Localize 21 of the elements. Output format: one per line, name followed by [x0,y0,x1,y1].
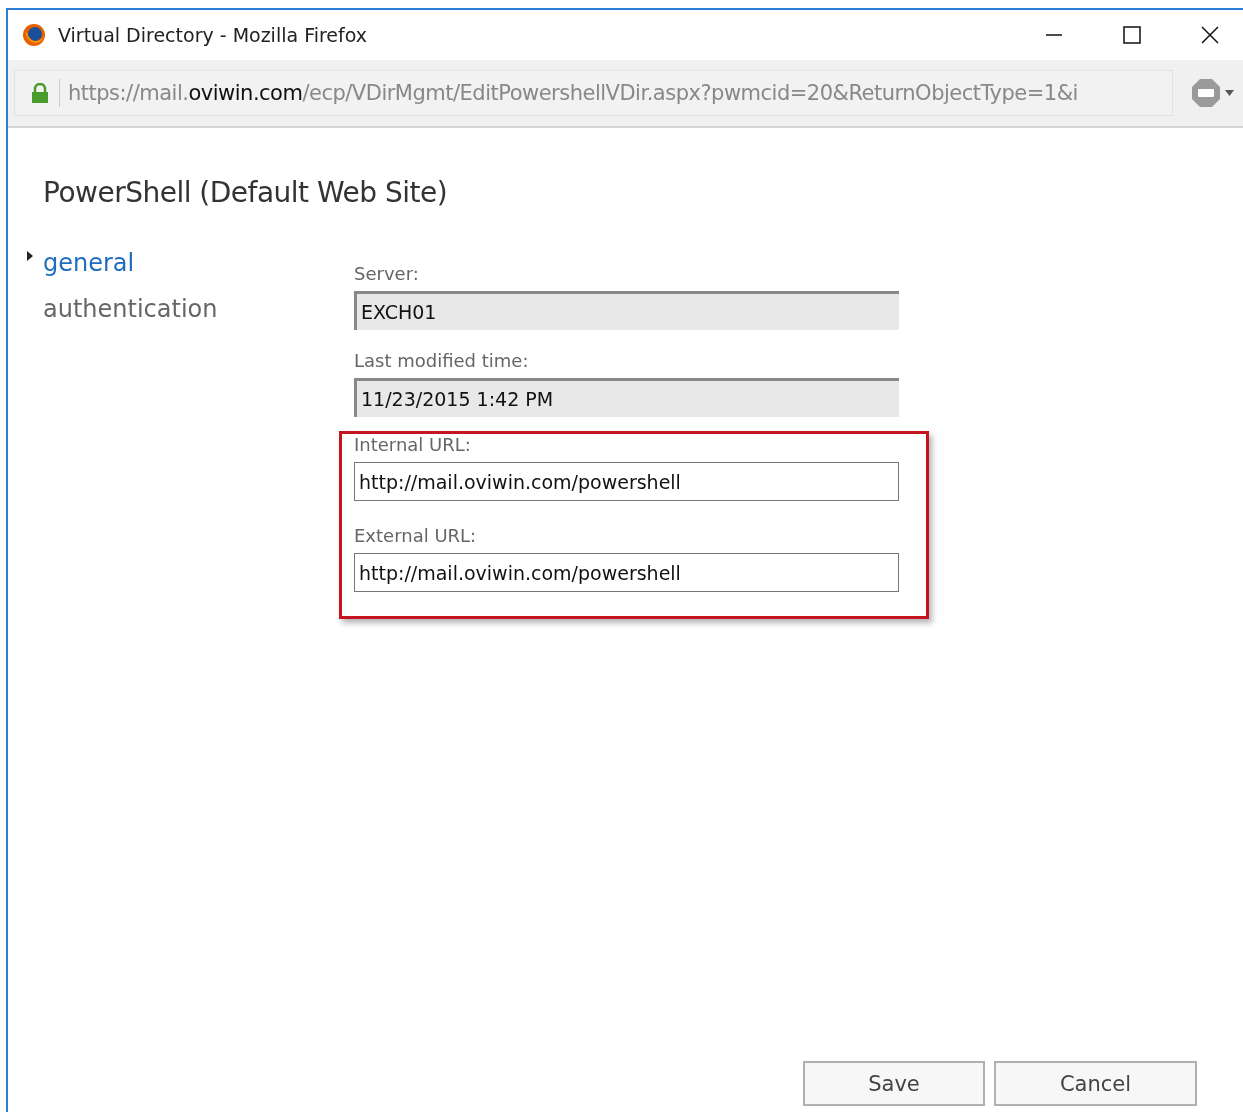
browser-logo-icon [22,23,46,47]
field-label: Internal URL: [354,434,472,457]
dialog-button[interactable]: Cancel [994,1061,1197,1106]
page-title: PowerShell (Default Web Site) [43,176,449,209]
nav-link[interactable]: authentication [27,295,354,341]
readonly-field[interactable]: 11/23/2015 1:42 PM [354,378,899,417]
close-icon[interactable] [1201,26,1219,44]
input-field[interactable]: http://mail.oviwin.com/powershell [354,462,899,501]
url-text: https://mail.oviwin.com/ecp/VDirMgmt/EditPowershellVDir.aspx?pwmcid=20&ReturnObjectType=1&i [68,81,1078,105]
maximize-icon[interactable] [1123,26,1141,44]
address-bar[interactable]: https://mail.oviwin.com/ecp/VDirMgmt/EditPowershellVDir.aspx?pwmcid=20&ReturnObjectType=1&i [14,70,1173,116]
caret-icon [27,251,33,261]
field-label: Last modified time: [354,350,530,373]
nav-link[interactable]: general [27,249,354,295]
adblock-icon[interactable] [1191,78,1235,108]
readonly-field[interactable]: EXCH01 [354,291,899,330]
window-title: Virtual Directory - Mozilla Firefox [58,24,369,46]
field-label: Server: [354,263,420,286]
dialog-button[interactable]: Save [803,1061,985,1106]
input-field[interactable]: http://mail.oviwin.com/powershell [354,553,899,592]
field-label: External URL: [354,525,478,548]
